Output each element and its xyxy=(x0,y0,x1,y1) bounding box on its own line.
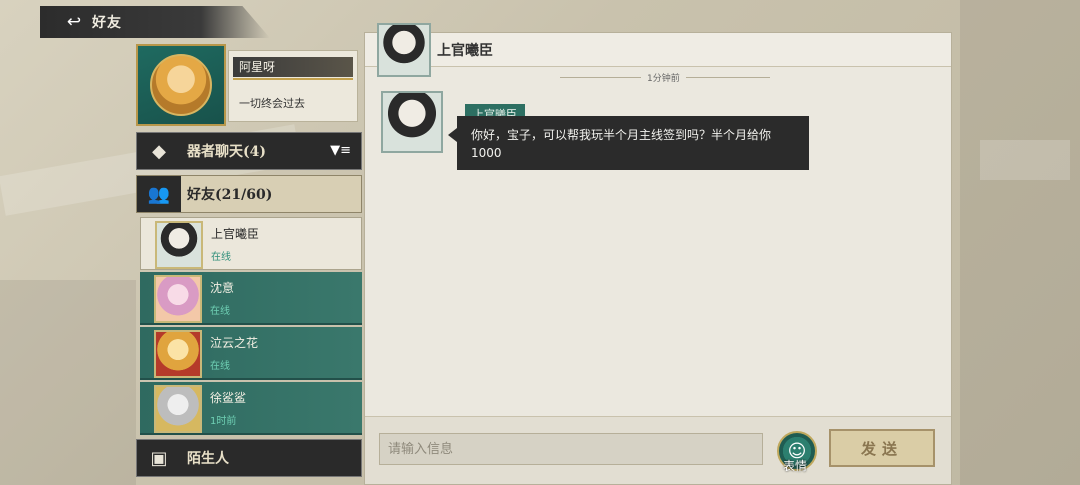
send-button[interactable]: 发送 xyxy=(829,429,935,467)
message-sender-avatar[interactable] xyxy=(381,91,443,153)
chat-diamond-icon: ◆ xyxy=(152,140,166,162)
profile-avatar[interactable] xyxy=(136,44,226,126)
friend-name: 上官曦臣 xyxy=(211,227,260,241)
chat-header: 上官曦臣 xyxy=(365,23,951,77)
section-strangers[interactable]: ▣ 陌生人 xyxy=(136,439,362,477)
emoji-label: 表情 xyxy=(783,459,808,473)
section-strangers-label: 陌生人 xyxy=(187,451,229,467)
friends-icon: 👥 xyxy=(137,176,181,212)
strangers-icon: ▣ xyxy=(150,447,168,469)
chat-title: 上官曦臣 xyxy=(437,43,493,59)
friend-item[interactable]: 泣云之花 在线 xyxy=(140,327,362,380)
message-bubble: 你好，宝子，可以帮我玩半个月主线签到吗？半个月给你1000 xyxy=(448,116,809,170)
friend-name: 沈意 xyxy=(210,281,235,295)
friend-item[interactable]: 徐鲨鲨 1时前 xyxy=(140,382,362,435)
back-arrow-icon[interactable]: ↩ xyxy=(62,12,86,32)
friend-name: 泣云之花 xyxy=(210,336,259,350)
input-area: 请输入信息 ☺ 表情 发送 xyxy=(365,416,951,484)
friend-list: 上官曦臣 在线 沈意 在线 泣云之花 在线 徐鲨鲨 1时前 xyxy=(140,217,362,439)
friend-status: 在线 xyxy=(210,306,230,317)
chat-partner-avatar[interactable] xyxy=(377,23,431,77)
left-panel: 阿星呀 一切终会过去 ◆ 器者聊天(4) ▼≡ 👥 好友(21/60) 上官曦臣… xyxy=(136,44,362,485)
profile-info: 阿星呀 一切终会过去 xyxy=(228,50,358,122)
friend-avatar xyxy=(154,330,202,378)
page-title: 好友 xyxy=(92,15,122,31)
friend-name: 徐鲨鲨 xyxy=(210,391,247,405)
profile-motto: 一切终会过去 xyxy=(239,97,305,110)
friend-avatar xyxy=(155,221,203,269)
chat-panel: 上官曦臣 1分钟前 上官曦臣 你好，宝子，可以帮我玩半个月主线签到吗？半个月给你… xyxy=(364,23,952,485)
friend-avatar xyxy=(154,275,202,323)
section-chat[interactable]: ◆ 器者聊天(4) ▼≡ xyxy=(136,132,362,170)
section-chat-label: 器者聊天(4) xyxy=(187,144,266,160)
profile-card: 阿星呀 一切终会过去 xyxy=(136,44,362,126)
section-friends[interactable]: 👥 好友(21/60) xyxy=(136,175,362,213)
friend-avatar xyxy=(154,385,202,433)
friend-status: 1时前 xyxy=(210,416,237,427)
section-friends-label: 好友(21/60) xyxy=(187,187,273,203)
friend-item[interactable]: 上官曦臣 在线 xyxy=(140,217,362,270)
filter-icon[interactable]: ▼≡ xyxy=(330,143,351,158)
friend-item[interactable]: 沈意 在线 xyxy=(140,272,362,325)
message-timestamp: 1分钟前 xyxy=(641,71,686,84)
friend-status: 在线 xyxy=(211,252,231,263)
friend-status: 在线 xyxy=(210,361,230,372)
profile-name: 阿星呀 xyxy=(233,57,353,80)
top-bar: ↩ 好友 xyxy=(40,6,270,38)
message-input[interactable]: 请输入信息 xyxy=(379,433,763,465)
